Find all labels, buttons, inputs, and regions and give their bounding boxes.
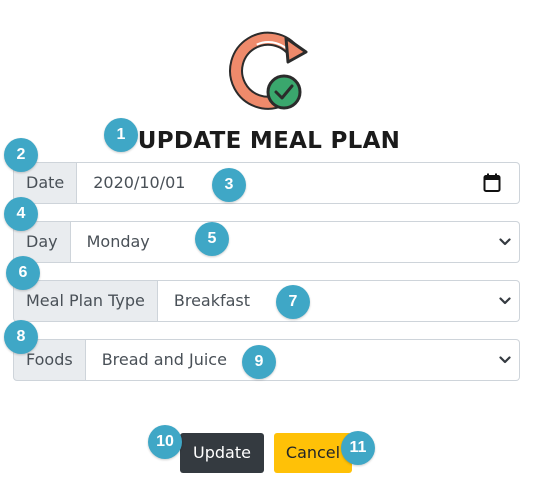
- date-value: 2020/10/01: [93, 173, 186, 192]
- meal-plan-type-row: Meal Plan Type Breakfast: [13, 280, 520, 322]
- marker-badge: 1: [104, 118, 138, 152]
- marker-badge: 10: [148, 425, 182, 459]
- marker-badge: 11: [341, 431, 375, 465]
- day-select[interactable]: Monday: [70, 221, 520, 263]
- chevron-down-icon: [499, 238, 511, 246]
- marker-badge: 4: [4, 197, 38, 231]
- chevron-down-icon: [499, 356, 511, 364]
- marker-badge: 7: [276, 285, 310, 319]
- marker-badge: 3: [212, 168, 246, 202]
- cancel-button[interactable]: Cancel: [274, 433, 352, 473]
- date-row: Date 2020/10/01: [13, 162, 520, 204]
- day-value: Monday: [86, 232, 150, 251]
- marker-badge: 8: [4, 320, 38, 354]
- refresh-check-icon: [229, 31, 308, 110]
- foods-select[interactable]: Bread and Juice: [85, 339, 520, 381]
- meal-plan-type-value: Breakfast: [173, 291, 251, 310]
- marker-badge: 2: [4, 138, 38, 172]
- calendar-icon[interactable]: [483, 173, 501, 193]
- meal-plan-type-label: Meal Plan Type: [13, 280, 158, 322]
- day-row: Day Monday: [13, 221, 520, 263]
- foods-value: Bread and Juice: [101, 350, 227, 369]
- update-button[interactable]: Update: [180, 433, 264, 473]
- marker-badge: 5: [195, 222, 229, 256]
- marker-badge: 9: [242, 345, 276, 379]
- marker-badge: 6: [6, 256, 40, 290]
- meal-plan-type-select[interactable]: Breakfast: [157, 280, 520, 322]
- page-title: UPDATE MEAL PLAN: [137, 128, 401, 154]
- date-input[interactable]: 2020/10/01: [77, 162, 520, 204]
- chevron-down-icon: [499, 297, 511, 305]
